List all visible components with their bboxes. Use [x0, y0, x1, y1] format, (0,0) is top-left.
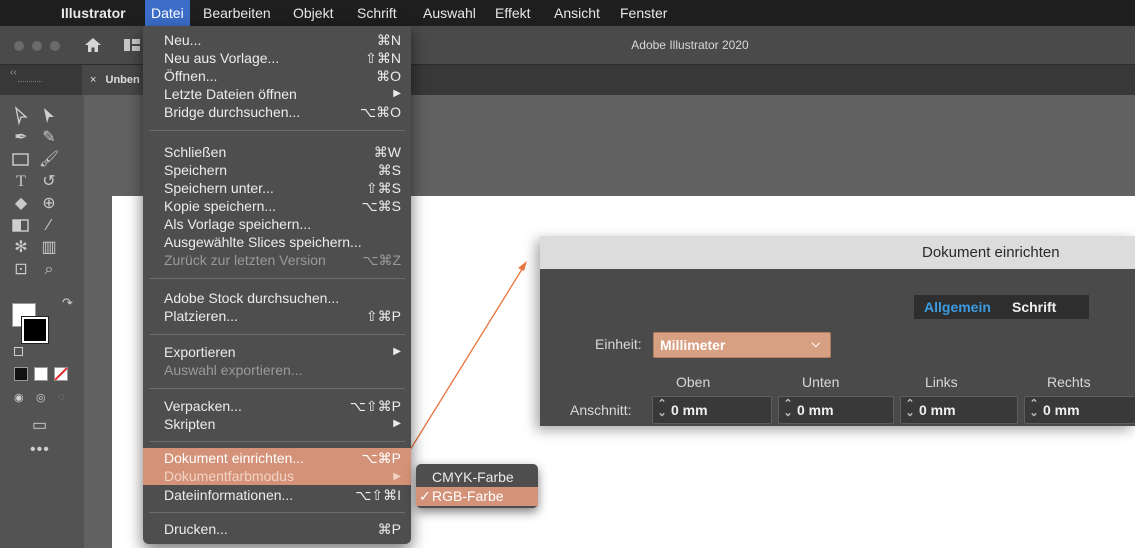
menu-item-export-selection: Auswahl exportieren... — [164, 362, 303, 378]
menu-item-document-setup[interactable]: Dokument einrichten... ⌥⌘P — [143, 448, 411, 468]
menu-item-close[interactable]: Schließen ⌘W — [143, 143, 411, 161]
menu-item-export[interactable]: Exportieren ▶ — [143, 343, 411, 361]
menu-item-open[interactable]: Öffnen... ⌘O — [143, 67, 411, 85]
menu-item-new[interactable]: Neu... ⌘N — [143, 31, 411, 49]
menu-item-document-color-mode[interactable]: Dokumentfarbmodus ▶ — [143, 468, 411, 485]
menu-item-save-as-template[interactable]: Als Vorlage speichern... — [143, 215, 411, 233]
menu-item-place[interactable]: Platzieren... ⇧⌘P — [143, 307, 411, 325]
file-menu: Neu... ⌘N Neu aus Vorlage... ⇧⌘N Öffnen...… — [143, 26, 411, 544]
menu-item-print[interactable]: Drucken... ⌘P — [143, 520, 411, 538]
submenu-arrow-icon: ▶ — [393, 471, 401, 482]
menu-item-scripts[interactable]: Skripten ▶ — [143, 415, 411, 433]
submenu-arrow-icon: ▶ — [393, 346, 401, 357]
submenu-arrow-icon: ▶ — [393, 88, 401, 99]
menu-separator — [149, 512, 405, 513]
menu-separator — [149, 388, 405, 389]
menu-item-package[interactable]: Verpacken... ⌥⇧⌘P — [143, 397, 411, 415]
menu-item-new-from-template[interactable]: Neu aus Vorlage... ⇧⌘N — [143, 49, 411, 67]
menu-separator — [149, 278, 405, 279]
menu-item-browse-bridge[interactable]: Bridge durchsuchen... ⌥⌘O — [143, 103, 411, 121]
submenu-item-cmyk[interactable]: CMYK-Farbe — [416, 468, 538, 487]
menu-separator — [149, 334, 405, 335]
menu-separator — [149, 441, 405, 442]
menu-item-save-selected-slices[interactable]: Ausgewählte Slices speichern... — [143, 233, 411, 251]
menu-item-file-info[interactable]: Dateiinformationen... ⌥⇧⌘I — [143, 486, 411, 504]
menu-item-revert: Zurück zur letzten Version ⌥⌘Z — [164, 252, 401, 268]
checkmark-icon: ✓ — [419, 488, 431, 504]
submenu-arrow-icon: ▶ — [393, 418, 401, 429]
menu-separator — [149, 130, 405, 131]
submenu-item-rgb[interactable]: ✓ RGB-Farbe — [416, 487, 538, 506]
menu-item-open-recent[interactable]: Letzte Dateien öffnen ▶ — [143, 85, 411, 103]
menu-item-search-adobe-stock[interactable]: Adobe Stock durchsuchen... — [143, 289, 411, 307]
menu-item-save-as[interactable]: Speichern unter... ⇧⌘S — [143, 179, 411, 197]
menu-item-save[interactable]: Speichern ⌘S — [143, 161, 411, 179]
menu-item-save-copy[interactable]: Kopie speichern... ⌥⌘S — [143, 197, 411, 215]
color-mode-submenu: CMYK-Farbe ✓ RGB-Farbe — [416, 464, 538, 508]
